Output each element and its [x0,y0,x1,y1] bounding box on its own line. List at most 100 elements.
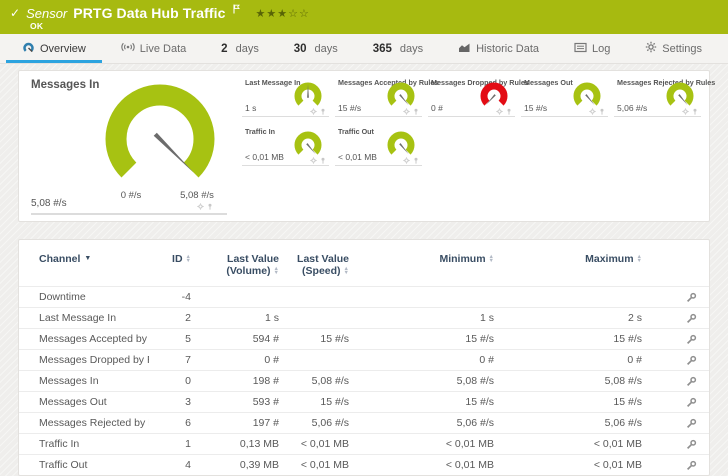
col-header-vol[interactable]: Last Value(Volume)▲▼ [193,240,281,287]
gauge-gear-icon[interactable] [403,108,410,115]
cell-id: -4 [149,287,193,308]
tab-bar: Overview Live Data 2days 30days 365days Histo… [0,34,728,64]
gauge-actions[interactable] [403,157,419,164]
sensor-header-line: ✓ Sensor PRTG Data Hub Traffic ★★★☆☆ [10,5,310,21]
gauge-gear-icon[interactable] [310,157,317,164]
gauge-gear-icon[interactable] [197,203,204,210]
channel-settings-wrench-icon[interactable] [644,308,710,329]
gauge-traffic-in[interactable]: Traffic In< 0,01 MB [240,122,333,171]
col-header-speed[interactable]: Last Value(Speed)▲▼ [281,240,351,287]
gauge-messages-out[interactable]: Messages Out15 #/s [519,73,612,122]
cell-channel: Traffic Out [19,455,149,476]
gauge-gear-icon[interactable] [496,108,503,115]
star-icon[interactable]: ★ [277,8,288,20]
tab-log[interactable]: Log [574,34,610,63]
gauge-pin-icon[interactable] [320,108,326,115]
channel-settings-wrench-icon[interactable] [644,350,710,371]
star-icon[interactable]: ☆ [299,8,310,20]
gauge-gear-icon[interactable] [589,108,596,115]
cell-id: 5 [149,329,193,350]
cell-min: 5,06 #/s [351,413,496,434]
tab-number: 365 [373,43,392,55]
cell-max: < 0,01 MB [496,434,644,455]
table-row-traffic-out: Traffic Out40,39 MB< 0,01 MB< 0,01 MB< 0… [19,455,710,476]
cell-max: 2 s [496,308,644,329]
gauge-messages-accepted-by-rules[interactable]: Messages Accepted by Rules15 #/s [333,73,426,122]
channel-table-panel: Channel▼ID▲▼Last Value(Volume)▲▼Last Val… [18,239,710,476]
tab-settings[interactable]: Settings [645,34,702,63]
gauge-messages-dropped-by-rules[interactable]: Messages Dropped by Rules0 # [426,73,519,122]
flag-icon [233,1,240,19]
gauge-title: Traffic In [245,127,275,136]
small-gauges-grid: Last Message In1 sMessages Accepted by R… [240,73,708,171]
star-icon[interactable]: ☆ [288,8,299,20]
cell-speed: 5,08 #/s [281,371,351,392]
main-gauge-messages-in[interactable]: Messages In 0 #/s 5,08 #/s 5,08 #/s [19,71,239,221]
channel-settings-wrench-icon[interactable] [644,287,710,308]
channel-settings-wrench-icon[interactable] [644,371,710,392]
gauge-traffic-out[interactable]: Traffic Out < 0,01 MB [333,122,426,171]
channel-settings-wrench-icon[interactable] [644,329,710,350]
table-row-traffic-in: Traffic In10,13 MB< 0,01 MB< 0,01 MB< 0,… [19,434,710,455]
gauge-pin-icon[interactable] [599,108,605,115]
gauge-pin-icon[interactable] [413,157,419,164]
col-header-id[interactable]: ID▲▼ [149,240,193,287]
priority-star-rating[interactable]: ★★★☆☆ [256,7,310,20]
gauge-messages-rejected-by-rules[interactable]: Messages Rejected by Rules5,06 #/s [612,73,705,122]
gauge-gear-icon[interactable] [403,157,410,164]
star-icon[interactable]: ★ [256,8,267,20]
gauge-icon [22,41,35,56]
col-header-max[interactable]: Maximum▲▼ [496,240,644,287]
table-row-downtime: Downtime-4 [19,287,710,308]
cell-speed: < 0,01 MB [281,455,351,476]
gauge-gear-icon[interactable] [682,108,689,115]
sort-icon: ▲▼ [274,267,279,276]
tab-label: Historic Data [476,43,539,55]
cell-min: 0 # [351,350,496,371]
table-row-messages-rejected-by-rules: Messages Rejected by Rules6197 #5,06 #/s… [19,413,710,434]
gauge-title: Traffic Out [338,127,374,136]
gauge-actions[interactable] [403,108,419,115]
tab-live-data[interactable]: Live Data [121,34,186,63]
gauge-gear-icon[interactable] [310,108,317,115]
gauge-value: < 0,01 MB [338,152,377,162]
cell-channel: Messages Rejected by Rules [19,413,149,434]
gauge-last-message-in[interactable]: Last Message In1 s [240,73,333,122]
cell-speed [281,350,351,371]
tab-days-2[interactable]: 2days [221,34,259,63]
tab-historic-data[interactable]: Historic Data [458,34,539,63]
cell-max: 15 #/s [496,392,644,413]
main-gauge-actions[interactable] [197,203,213,210]
sort-icon: ▲▼ [344,267,349,276]
sort-icon: ▲▼ [637,255,642,264]
cell-min: 1 s [351,308,496,329]
gauge-pin-icon[interactable] [413,108,419,115]
cell-max: 5,08 #/s [496,371,644,392]
tab-overview[interactable]: Overview [22,34,86,63]
channel-settings-wrench-icon[interactable] [644,413,710,434]
gauge-pin-icon[interactable] [320,157,326,164]
channel-settings-wrench-icon[interactable] [644,455,710,476]
table-row-messages-dropped-by-rules: Messages Dropped by Rules70 #0 #0 # [19,350,710,371]
gauge-actions[interactable] [496,108,512,115]
gauge-actions[interactable] [682,108,698,115]
cell-id: 2 [149,308,193,329]
gauge-pin-icon[interactable] [692,108,698,115]
gauge-title: Messages Out [524,78,573,87]
channel-settings-wrench-icon[interactable] [644,434,710,455]
tab-days-30[interactable]: 30days [294,34,338,63]
col-header-channel[interactable]: Channel▼ [19,240,149,287]
tab-number: 30 [294,43,307,55]
tab-days-365[interactable]: 365days [373,34,423,63]
star-icon[interactable]: ★ [266,8,277,20]
gauge-underline [428,116,515,117]
gauge-pin-icon[interactable] [506,108,512,115]
gauge-underline [335,116,422,117]
gauge-actions[interactable] [589,108,605,115]
gauge-actions[interactable] [310,108,326,115]
channel-settings-wrench-icon[interactable] [644,392,710,413]
gauge-value: 0 # [431,103,443,113]
gauge-actions[interactable] [310,157,326,164]
gauge-pin-icon[interactable] [207,203,213,210]
col-header-min[interactable]: Minimum▲▼ [351,240,496,287]
